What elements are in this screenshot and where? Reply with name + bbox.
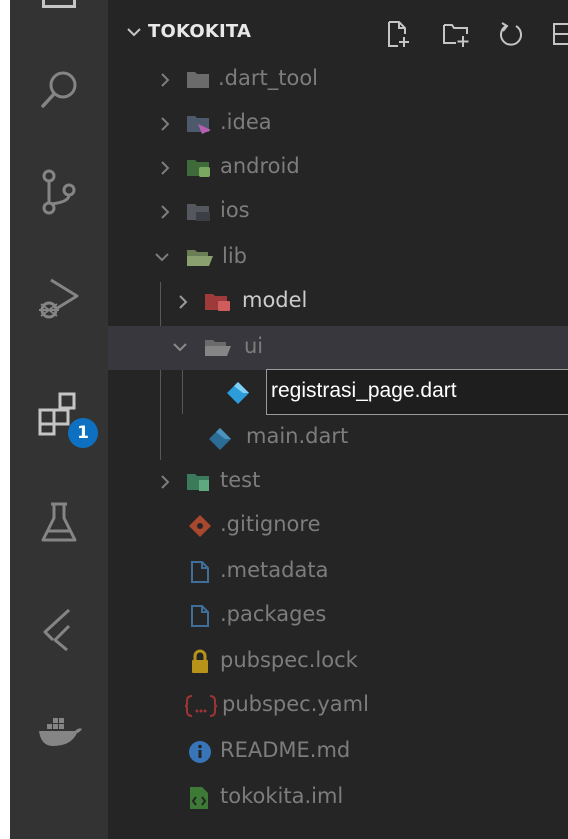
tree-item-label: model <box>242 288 308 312</box>
run-debug-icon[interactable] <box>10 258 108 338</box>
activity-bar: 1 <box>10 0 108 839</box>
tree-item-label: .packages <box>220 602 327 626</box>
chevron-right-icon <box>161 205 170 219</box>
vscode-window: 1 TOKOKITA .dart_tool .idea android ios … <box>10 0 568 839</box>
search-icon[interactable] <box>10 50 108 130</box>
tree-item-ui[interactable]: ui <box>108 326 568 370</box>
chevron-right-icon <box>161 117 170 131</box>
chevron-right-icon <box>161 475 170 489</box>
tree-item-label: tokokita.iml <box>220 784 344 808</box>
rename-input[interactable] <box>267 370 568 412</box>
tree-item-pubspec-yaml[interactable]: pubspec.yaml <box>108 684 568 728</box>
tree-item-idea[interactable]: .idea <box>108 102 568 146</box>
chevron-right-icon <box>161 73 170 87</box>
tree-item-dart-tool[interactable]: .dart_tool <box>108 58 568 102</box>
file-icon <box>191 605 209 627</box>
source-control-icon[interactable] <box>10 152 108 232</box>
tree-item-label: .dart_tool <box>218 66 319 90</box>
refresh-icon[interactable] <box>498 20 524 48</box>
model-folder-icon <box>205 294 230 311</box>
tree-item-label: ui <box>244 334 264 358</box>
ios-folder-icon <box>187 204 210 221</box>
extensions-badge: 1 <box>68 418 98 448</box>
collapse-all-icon[interactable] <box>552 20 568 48</box>
rename-box[interactable] <box>266 369 568 415</box>
tree-item-packages[interactable]: .packages <box>108 594 568 638</box>
docker-icon[interactable] <box>10 692 108 772</box>
tree-item-android[interactable]: android <box>108 146 568 190</box>
file-icon <box>191 561 209 583</box>
idea-folder-icon <box>187 116 211 134</box>
tree-item-pubspec-lock[interactable]: pubspec.lock <box>108 640 568 684</box>
chevron-right-icon <box>161 161 170 175</box>
lock-icon <box>192 649 208 673</box>
chevron-right-icon <box>179 295 188 309</box>
explorer-panel: TOKOKITA .dart_tool .idea android ios li… <box>108 0 568 839</box>
git-file-icon <box>189 515 211 537</box>
tree-item-label: .idea <box>220 110 272 134</box>
tree-item-metadata[interactable]: .metadata <box>108 550 568 594</box>
tree-item-lib[interactable]: lib <box>108 236 568 280</box>
explorer-section-title: TOKOKITA <box>148 21 252 42</box>
tree-item-readme[interactable]: README.md <box>108 730 568 774</box>
info-icon <box>189 741 211 763</box>
tree-item-gitignore[interactable]: .gitignore <box>108 504 568 548</box>
folder-icon <box>187 72 209 88</box>
folder-open-icon <box>205 340 231 356</box>
tree-item-iml[interactable]: tokokita.iml <box>108 776 568 820</box>
tree-item-label: pubspec.lock <box>220 648 358 672</box>
tree-item-label: test <box>220 468 261 492</box>
explorer-header[interactable]: TOKOKITA <box>108 0 568 66</box>
tree-item-label: pubspec.yaml <box>222 692 369 716</box>
tree-item-label: main.dart <box>246 424 349 448</box>
flutter-icon[interactable] <box>10 588 108 668</box>
dart-file-icon <box>209 428 231 450</box>
tree-item-label: .gitignore <box>220 512 321 536</box>
xml-file-icon <box>190 787 208 809</box>
new-file-icon[interactable] <box>386 20 410 48</box>
tree-item-label: lib <box>222 244 247 268</box>
lib-folder-open-icon <box>187 250 213 266</box>
chevron-down-icon[interactable] <box>126 24 142 40</box>
tree-item-label: .metadata <box>220 558 329 582</box>
tree-item-ios[interactable]: ios <box>108 190 568 234</box>
menu-icon[interactable] <box>42 0 76 8</box>
tree-item-model[interactable]: model <box>108 280 568 324</box>
android-folder-icon <box>187 160 210 177</box>
yaml-braces-icon <box>184 695 218 717</box>
new-folder-icon[interactable] <box>442 20 470 48</box>
tree-item-label: ios <box>220 198 250 222</box>
testing-icon[interactable] <box>10 482 108 562</box>
tree-item-label: android <box>220 154 300 178</box>
tree-item-main-dart[interactable]: main.dart <box>108 416 568 460</box>
tree-item-test[interactable]: test <box>108 460 568 504</box>
tree-item-label: README.md <box>220 738 351 762</box>
chevron-down-icon <box>173 343 187 352</box>
test-folder-icon <box>187 474 209 491</box>
dart-file-icon <box>227 382 249 404</box>
chevron-down-icon <box>155 253 169 262</box>
